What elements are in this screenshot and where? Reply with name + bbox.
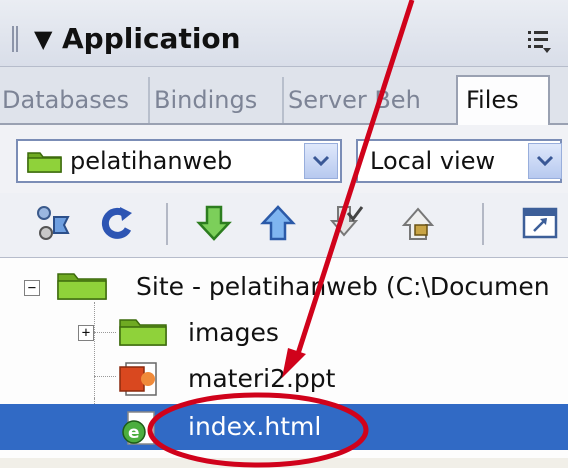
folder-icon — [119, 319, 167, 346]
tab-bindings[interactable]: Bindings — [152, 77, 284, 123]
site-dropdown-value: pelatihanweb — [70, 147, 233, 175]
collapse-icon[interactable]: − — [24, 280, 40, 296]
tree-item-label: index.html — [188, 412, 322, 441]
tree-root-label: Site - pelatihanweb (C:\Documen — [136, 272, 550, 301]
tab-server-behaviors[interactable]: Server Beh — [286, 77, 462, 123]
tree-item-images[interactable]: + images — [0, 310, 568, 356]
triangle-down-icon[interactable]: ▼ — [34, 22, 52, 56]
tab-files[interactable]: Files — [456, 75, 550, 125]
site-selector-row: pelatihanweb Local view — [0, 125, 568, 193]
files-toolbar — [0, 193, 568, 258]
check-out-icon[interactable] — [326, 203, 366, 243]
panel-tab-strip: Databases Bindings Server Beh Files — [0, 67, 568, 125]
panel-title[interactable]: Application — [62, 22, 241, 56]
site-folder-icon — [57, 273, 107, 300]
get-file-icon[interactable] — [194, 203, 234, 243]
check-in-icon[interactable] — [398, 203, 438, 243]
site-folder-icon — [27, 152, 62, 173]
put-file-icon[interactable] — [258, 203, 298, 243]
panel-options-icon[interactable] — [526, 28, 552, 54]
tree-item-index-html[interactable]: e index.html — [0, 404, 568, 450]
panel-grip[interactable] — [12, 26, 20, 52]
svg-text:e: e — [128, 423, 140, 443]
chevron-down-icon[interactable] — [528, 143, 562, 179]
chevron-down-icon[interactable] — [304, 143, 338, 179]
file-tree: − Site - pelatihanweb (C:\Documen + imag… — [0, 258, 568, 458]
expand-site-icon[interactable] — [520, 203, 560, 243]
panel-bottom-edge — [0, 458, 568, 468]
expand-icon[interactable]: + — [78, 325, 94, 341]
html-file-icon: e — [122, 411, 155, 445]
tree-item-label: materi2.ppt — [188, 364, 336, 393]
tree-item-materi2[interactable]: materi2.ppt — [0, 356, 568, 402]
ppt-file-icon — [119, 362, 157, 396]
tree-item-label: images — [188, 318, 279, 347]
panel-header: ▼ Application — [0, 0, 568, 67]
view-dropdown-value: Local view — [370, 147, 496, 175]
view-dropdown[interactable]: Local view — [356, 139, 562, 183]
refresh-icon[interactable] — [96, 203, 136, 243]
tree-root-row[interactable]: − Site - pelatihanweb (C:\Documen — [0, 264, 568, 310]
connect-icon[interactable] — [34, 203, 74, 243]
site-dropdown[interactable]: pelatihanweb — [16, 139, 342, 183]
toolbar-separator — [166, 203, 168, 245]
tab-databases[interactable]: Databases — [0, 77, 150, 123]
toolbar-separator — [482, 203, 484, 245]
